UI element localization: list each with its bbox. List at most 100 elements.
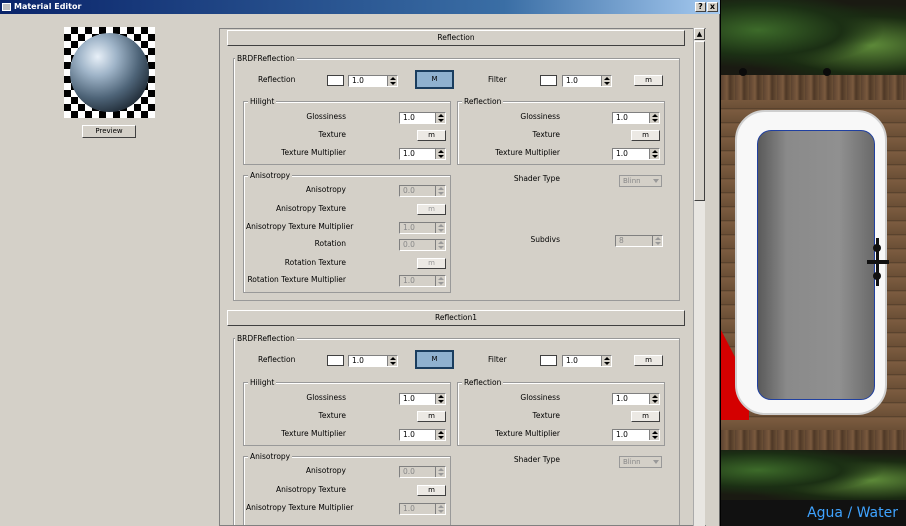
anisotropy-label: Anisotropy <box>305 185 346 194</box>
scrollbar-thumb[interactable] <box>694 41 705 201</box>
spinner-arrows[interactable] <box>435 113 445 123</box>
filter-map-button[interactable]: m <box>634 75 663 86</box>
hilight1-multiplier-label: Texture Multiplier <box>281 429 346 438</box>
spinner-arrows[interactable] <box>649 430 659 440</box>
rotation-multiplier-label: Rotation Texture Multiplier <box>247 275 346 284</box>
group-label: Reflection <box>462 97 504 106</box>
deck-bolt <box>739 68 747 76</box>
reflection-label: Reflection <box>258 75 296 84</box>
subdivs-spinner[interactable]: 8 <box>615 235 663 247</box>
hilight1-texture-map-button[interactable]: m <box>417 411 446 422</box>
preview-sphere <box>70 33 149 112</box>
bottom-plant-bed <box>721 450 906 500</box>
reflection-texture-map-button[interactable]: m <box>631 130 660 141</box>
spinner-arrows[interactable] <box>435 223 445 233</box>
scroll-up-arrow-icon[interactable]: ▲ <box>694 28 705 40</box>
rollout-reflection1-header[interactable]: Reflection1 <box>227 310 685 326</box>
reflection-color-swatch[interactable] <box>327 75 344 86</box>
anisotropy1-label: Anisotropy <box>305 466 346 475</box>
rollout-reflection-header[interactable]: Reflection <box>227 30 685 46</box>
group-label: Reflection <box>462 378 504 387</box>
shader-type1-dropdown[interactable]: Blinn <box>619 456 662 468</box>
rotation-multiplier-spinner[interactable]: 1.0 <box>399 275 446 287</box>
reflection1-texture-map-button[interactable]: m <box>631 411 660 422</box>
anisotropy1-multiplier-spinner[interactable]: 1.0 <box>399 503 446 515</box>
spinner-arrows[interactable] <box>387 76 397 86</box>
anisotropy1-spinner[interactable]: 0.0 <box>399 466 446 478</box>
hilight-multiplier-label: Texture Multiplier <box>281 148 346 157</box>
rotation-spinner[interactable]: 0.0 <box>399 239 446 251</box>
top-plant-bed <box>721 0 906 75</box>
preview-button[interactable]: Preview <box>82 125 136 138</box>
reflection-glossiness-spinner[interactable]: 1.0 <box>612 112 660 124</box>
material-editor-window: Material Editor ? x Preview Reflection B… <box>0 0 720 526</box>
faucet-icon <box>867 238 889 286</box>
help-button[interactable]: ? <box>695 2 706 12</box>
spinner-arrows[interactable] <box>435 240 445 250</box>
spinner-arrows[interactable] <box>387 356 397 366</box>
hilight-glossiness-spinner[interactable]: 1.0 <box>399 112 446 124</box>
title-bar[interactable]: Material Editor ? x <box>0 0 720 14</box>
reflection-multiplier-label: Texture Multiplier <box>495 148 560 157</box>
spinner-arrows[interactable] <box>435 504 445 514</box>
top-wood-deck <box>721 75 906 100</box>
reflection-texture-label: Texture <box>532 130 560 139</box>
3d-viewport[interactable] <box>721 0 906 526</box>
anisotropy-spinner[interactable]: 0.0 <box>399 185 446 197</box>
bottom-wood-deck <box>721 430 906 450</box>
filter-spinner[interactable]: 1.0 <box>562 75 612 87</box>
group-label: Anisotropy <box>248 171 293 180</box>
spinner-arrows[interactable] <box>435 394 445 404</box>
material-preview <box>64 27 155 118</box>
spinner-arrows[interactable] <box>649 394 659 404</box>
reflection1-glossiness-spinner[interactable]: 1.0 <box>612 393 660 405</box>
spinner-arrows[interactable] <box>435 149 445 159</box>
reflection1-spinner[interactable]: 1.0 <box>348 355 398 367</box>
vertical-scrollbar[interactable]: ▲ <box>693 28 705 526</box>
hilight-texture-map-button[interactable]: m <box>417 130 446 141</box>
spinner-arrows[interactable] <box>652 236 662 246</box>
filter1-map-button[interactable]: m <box>634 355 663 366</box>
app-icon <box>2 3 11 11</box>
filter1-spinner[interactable]: 1.0 <box>562 355 612 367</box>
filter-label: Filter <box>488 75 507 84</box>
hilight-glossiness-label: Glossiness <box>306 112 346 121</box>
rollout-scroll-pane[interactable]: Reflection BRDFReflection Reflection 1.0… <box>219 28 706 526</box>
spinner-arrows[interactable] <box>435 276 445 286</box>
rotation-label: Rotation <box>314 239 346 248</box>
hilight-multiplier-spinner[interactable]: 1.0 <box>399 148 446 160</box>
anisotropy1-texture-map-button[interactable]: m <box>417 485 446 496</box>
anisotropy-texture-map-button[interactable]: m <box>417 204 446 215</box>
spinner-arrows[interactable] <box>435 430 445 440</box>
spinner-arrows[interactable] <box>435 186 445 196</box>
spinner-arrows[interactable] <box>435 467 445 477</box>
hilight-texture-label: Texture <box>318 130 346 139</box>
hilight1-glossiness-spinner[interactable]: 1.0 <box>399 393 446 405</box>
deck-bolt <box>823 68 831 76</box>
hilight1-multiplier-spinner[interactable]: 1.0 <box>399 429 446 441</box>
reflection-spinner[interactable]: 1.0 <box>348 75 398 87</box>
spinner-arrows[interactable] <box>649 113 659 123</box>
group-label: Anisotropy <box>248 452 293 461</box>
group-label: Hilight <box>248 97 277 106</box>
reflection1-map-button[interactable]: M <box>415 350 454 369</box>
anisotropy-multiplier-spinner[interactable]: 1.0 <box>399 222 446 234</box>
anisotropy-texture-label: Anisotropy Texture <box>276 204 346 213</box>
reflection1-multiplier-spinner[interactable]: 1.0 <box>612 429 660 441</box>
anisotropy-multiplier-label: Anisotropy Texture Multiplier <box>246 222 354 231</box>
filter-color-swatch[interactable] <box>540 75 557 86</box>
group-label: BRDFReflection <box>235 334 297 343</box>
spinner-arrows[interactable] <box>649 149 659 159</box>
window-title: Material Editor <box>14 2 82 11</box>
reflection-multiplier-spinner[interactable]: 1.0 <box>612 148 660 160</box>
reflection1-color-swatch[interactable] <box>327 355 344 366</box>
reflection-map-button[interactable]: M <box>415 70 454 89</box>
shader-type-dropdown[interactable]: Blinn <box>619 175 662 187</box>
group-label: BRDFReflection <box>235 54 297 63</box>
filter1-color-swatch[interactable] <box>540 355 557 366</box>
subdivs-label: Subdivs <box>530 235 560 244</box>
close-button[interactable]: x <box>707 2 718 12</box>
rotation-texture-map-button[interactable]: m <box>417 258 446 269</box>
spinner-arrows[interactable] <box>601 76 611 86</box>
spinner-arrows[interactable] <box>601 356 611 366</box>
